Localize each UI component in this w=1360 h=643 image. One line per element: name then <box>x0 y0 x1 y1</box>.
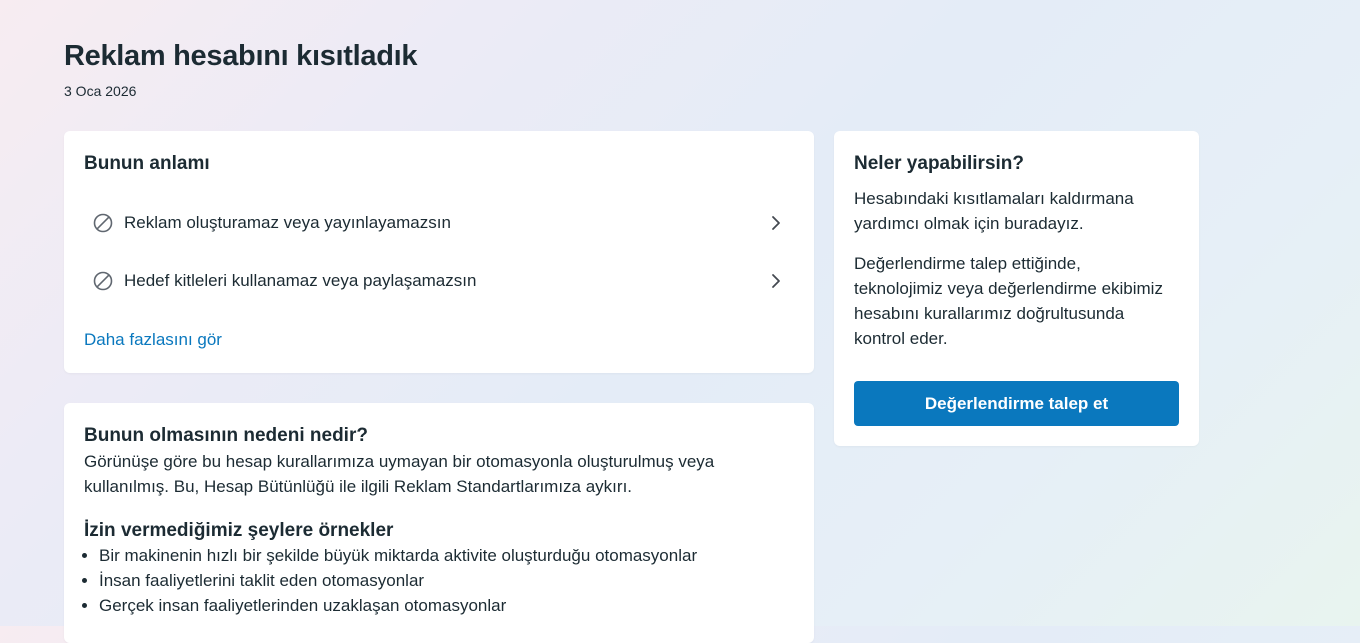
list-item: Bir makinenin hızlı bir şekilde büyük mi… <box>99 543 697 568</box>
reason-card: Bunun olmasının nedeni nedir? Görünüşe g… <box>64 403 814 643</box>
ban-icon <box>93 213 113 233</box>
see-more-link[interactable]: Daha fazlasını gör <box>84 330 222 350</box>
page-title: Reklam hesabını kısıtladık <box>64 40 418 72</box>
examples-list: Bir makinenin hızlı bir şekilde büyük mi… <box>84 543 697 618</box>
restriction-label: Hedef kitleleri kullanamaz veya paylaşam… <box>124 271 477 290</box>
meaning-card: Bunun anlamı Reklam oluşturamaz veya yay… <box>64 131 814 373</box>
actions-text-review: Değerlendirme talep ettiğinde, teknoloji… <box>854 254 1163 348</box>
reason-text: Görünüşe göre bu hesap kurallarımıza uym… <box>84 452 715 496</box>
request-review-button[interactable]: Değerlendirme talep et <box>854 381 1179 426</box>
meaning-heading: Bunun anlamı <box>84 153 210 174</box>
chevron-right-icon <box>772 274 780 288</box>
actions-heading: Neler yapabilirsin? <box>854 153 1025 174</box>
chevron-right-icon <box>772 216 780 230</box>
actions-text-help: Hesabındaki kısıtlamaları kaldırmana yar… <box>854 189 1134 233</box>
restriction-label: Reklam oluşturamaz veya yayınlayamazsın <box>124 213 451 232</box>
ban-icon <box>93 271 113 291</box>
page-date: 3 Oca 2026 <box>64 83 137 99</box>
reason-heading: Bunun olmasının nedeni nedir? <box>84 425 368 446</box>
list-item: Gerçek insan faaliyetlerinden uzaklaşan … <box>99 593 697 618</box>
restriction-item-ads[interactable]: Reklam oluşturamaz veya yayınlayamazsın <box>84 203 796 243</box>
list-item: İnsan faaliyetlerini taklit eden otomasy… <box>99 568 697 593</box>
actions-card: Neler yapabilirsin? Hesabındaki kısıtlam… <box>834 131 1199 446</box>
examples-heading: İzin vermediğimiz şeylere örnekler <box>84 520 394 541</box>
restriction-item-audiences[interactable]: Hedef kitleleri kullanamaz veya paylaşam… <box>84 261 796 301</box>
